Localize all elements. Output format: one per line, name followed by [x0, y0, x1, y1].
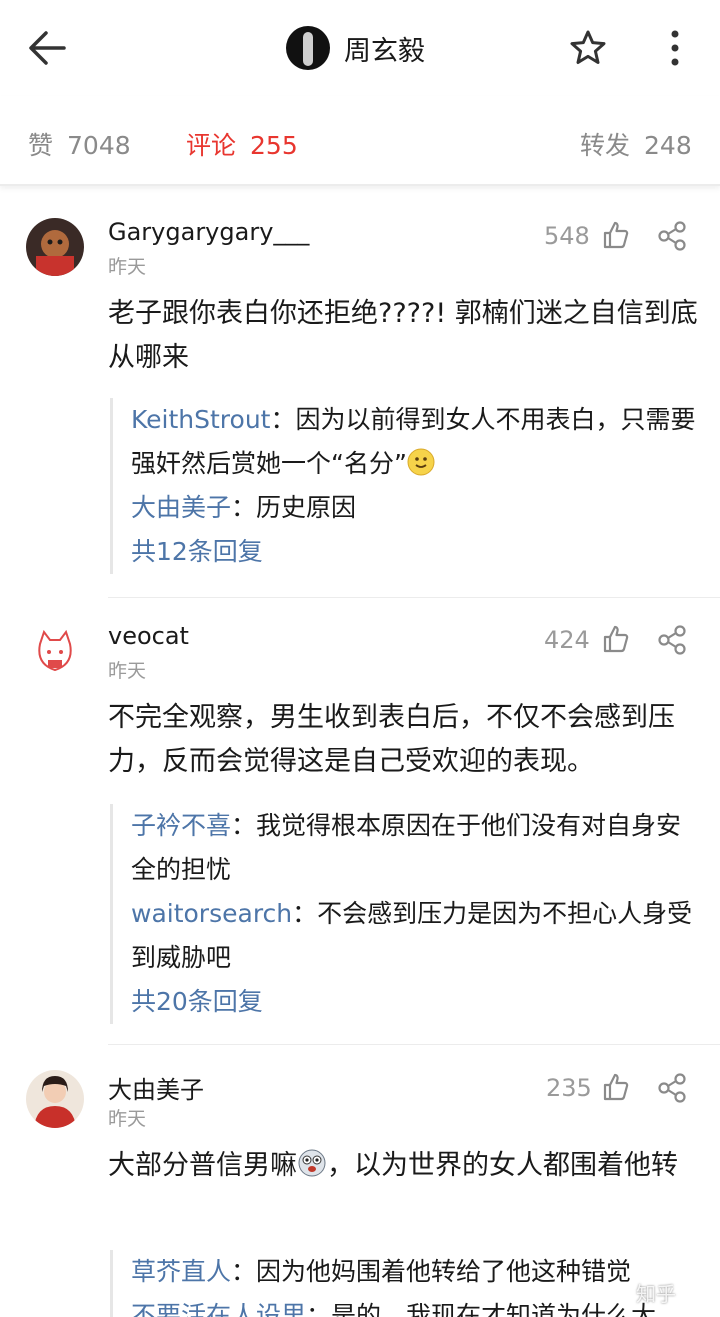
- avatar-image: [26, 218, 84, 276]
- reply-separator: ：: [231, 811, 257, 840]
- reply-list: KeithStrout：因为以前得到女人不用表白，只需要强奸然后赏她一个“名分”…: [110, 398, 702, 574]
- comment-like-count: 548: [544, 222, 590, 250]
- avatar-image: [26, 622, 84, 680]
- share-icon[interactable]: [656, 220, 688, 252]
- slightly-smiling-face-icon: [407, 448, 435, 476]
- avatar[interactable]: [26, 218, 84, 276]
- reply-text: 历史原因: [256, 493, 357, 522]
- comment-text: 老子跟你表白你还拒绝????! 郭楠们迷之自信到底从哪来: [108, 298, 698, 373]
- reply-author[interactable]: 不要活在人设里: [131, 1301, 306, 1317]
- tab-comments[interactable]: 评论 255: [186, 126, 298, 162]
- tab-reposts[interactable]: 转发 248: [580, 126, 692, 162]
- arrow-left-icon: [29, 31, 66, 65]
- reply-item[interactable]: waitorsearch：不会感到压力是因为不担心人身受到威胁吧: [131, 892, 702, 980]
- favorite-button[interactable]: [568, 28, 608, 68]
- share-icon[interactable]: [656, 624, 688, 656]
- reply-separator: ：: [306, 1301, 332, 1317]
- more-vertical-icon: [671, 30, 679, 66]
- comment-text-part: 大部分普信男嘛: [108, 1150, 297, 1181]
- reply-separator: ：: [292, 899, 318, 928]
- reply-item[interactable]: 大由美子：历史原因: [131, 486, 702, 530]
- comment-text: 不完全观察，男生收到表白后，不仅不会感到压力，反而会觉得这是自己受欢迎的表现。: [108, 702, 675, 777]
- avatar[interactable]: [26, 622, 84, 680]
- reply-text: 因为他妈围着他转给了他这种错觉: [256, 1257, 632, 1286]
- share-icon[interactable]: [656, 1072, 688, 1104]
- comment-author[interactable]: 大由美子: [108, 1070, 204, 1105]
- avatar[interactable]: [26, 1070, 84, 1128]
- likes-count: 7048: [67, 131, 131, 160]
- divider: [108, 1044, 720, 1045]
- tab-likes[interactable]: 赞 7048: [28, 126, 131, 162]
- top-bar: 周玄毅: [0, 0, 720, 96]
- reply-author[interactable]: KeithStrout: [131, 405, 270, 434]
- comment-text: 大部分普信男嘛 ，以为世界的女人都围着他转: [108, 1144, 702, 1188]
- thumbs-up-icon[interactable]: [600, 1072, 630, 1102]
- more-options-button[interactable]: [660, 28, 690, 68]
- reposts-count: 248: [644, 131, 692, 160]
- comment-time: 昨天: [108, 1108, 147, 1130]
- comments-label: 评论: [186, 131, 237, 160]
- view-more-replies-link[interactable]: 共12条回复: [131, 530, 702, 574]
- dog-face-emoji: [298, 1149, 326, 1177]
- comment-text-part: ，以为世界的女人都围着他转: [327, 1150, 678, 1181]
- back-button[interactable]: [24, 26, 72, 70]
- reposts-label: 转发: [580, 131, 631, 160]
- reply-list: 草芥直人：因为他妈围着他转给了他这种错觉 不要活在人设里：是的，我现在才知道为什…: [110, 1250, 702, 1317]
- comments-count: 255: [250, 131, 298, 160]
- reply-separator: ：: [270, 405, 296, 434]
- page-title: 周玄毅: [344, 35, 425, 67]
- likes-label: 赞: [28, 131, 54, 160]
- divider: [108, 597, 720, 598]
- comment-like-count: 235: [546, 1074, 592, 1102]
- avatar-image: [26, 1070, 84, 1128]
- view-more-replies-link[interactable]: 共20条回复: [131, 980, 702, 1024]
- reply-author[interactable]: 草芥直人: [131, 1257, 231, 1286]
- comment-like-count: 424: [544, 626, 590, 654]
- comment-time: 昨天: [108, 256, 147, 278]
- author-avatar: [286, 26, 330, 70]
- reply-item[interactable]: 子衿不喜：我觉得根本原因在于他们没有对自身安全的担忧: [131, 804, 702, 892]
- reply-item[interactable]: 草芥直人：因为他妈围着他转给了他这种错觉: [131, 1250, 702, 1294]
- reply-author[interactable]: 子衿不喜: [131, 811, 231, 840]
- reply-list: 子衿不喜：我觉得根本原因在于他们没有对自身安全的担忧 waitorsearch：…: [110, 804, 702, 1024]
- thumbs-up-icon[interactable]: [600, 624, 630, 654]
- reply-author[interactable]: 大由美子: [131, 493, 231, 522]
- reply-separator: ：: [231, 1257, 257, 1286]
- reply-item[interactable]: 不要活在人设里：是的，我现在才知道为什么大: [131, 1294, 702, 1317]
- star-outline-icon: [570, 30, 606, 64]
- reply-author[interactable]: waitorsearch: [131, 899, 292, 928]
- stats-bar: 赞 7048 评论 255 转发 248: [0, 96, 720, 186]
- watermark: 知乎: [636, 1282, 676, 1306]
- reply-item[interactable]: KeithStrout：因为以前得到女人不用表白，只需要强奸然后赏她一个“名分”: [131, 398, 702, 486]
- comment-author[interactable]: Garygarygary___: [108, 218, 309, 246]
- title-group[interactable]: 周玄毅: [286, 24, 425, 72]
- reply-text: 是的，我现在才知道为什么大: [331, 1301, 657, 1317]
- thumbs-up-icon[interactable]: [600, 220, 630, 250]
- reply-separator: ：: [231, 493, 257, 522]
- comment-author[interactable]: veocat: [108, 622, 189, 650]
- comment-time: 昨天: [108, 660, 147, 682]
